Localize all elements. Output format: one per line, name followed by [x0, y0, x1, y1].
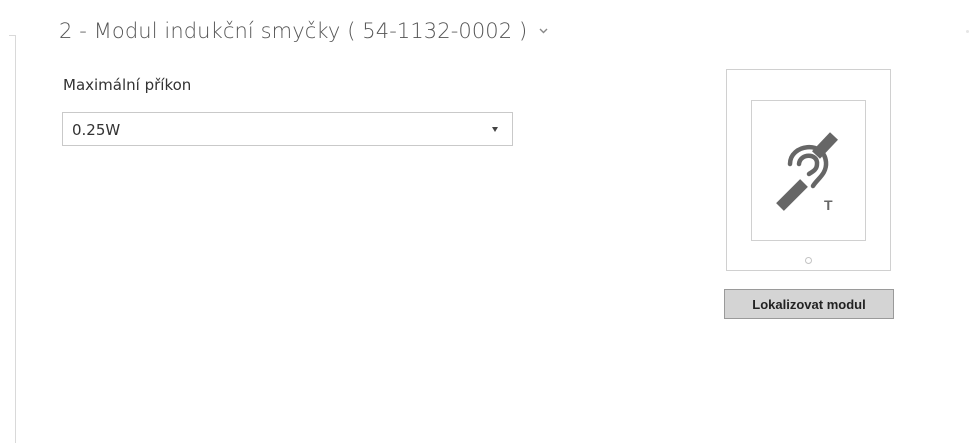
max-power-label: Maximální příkon	[63, 76, 192, 94]
status-led-indicator	[805, 257, 812, 264]
hearing-loop-icon-letter: T	[824, 197, 833, 213]
hearing-loop-icon: T	[766, 128, 852, 219]
chevron-down-icon[interactable]	[539, 28, 548, 34]
section-side-rule-tick	[9, 35, 16, 36]
module-preview-card: T	[726, 69, 891, 271]
locate-module-button[interactable]: Lokalizovat modul	[724, 289, 894, 319]
corner-mark	[966, 30, 969, 33]
module-panel: T	[751, 100, 866, 241]
max-power-select-value: 0.25W	[72, 121, 121, 139]
section-title: 2 - Modul indukční smyčky ( 54-1132-0002…	[59, 19, 528, 43]
section-header[interactable]: 2 - Modul indukční smyčky ( 54-1132-0002…	[59, 14, 548, 48]
max-power-select[interactable]: 0.25W	[62, 112, 513, 146]
dropdown-arrow-icon	[492, 127, 498, 132]
section-side-rule	[15, 35, 16, 443]
